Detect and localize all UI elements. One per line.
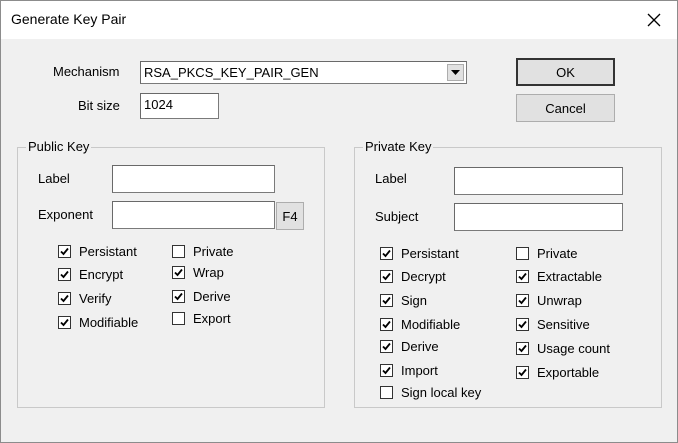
public-label-input[interactable] [112, 165, 275, 193]
ok-button-label: OK [556, 64, 575, 80]
checkmark-icon[interactable] [516, 294, 529, 307]
checkmark-icon[interactable] [516, 342, 529, 355]
checkbox-label: Persistant [401, 246, 459, 261]
checkmark-icon[interactable] [172, 266, 185, 279]
private-key-group-title: Private Key [363, 139, 434, 154]
checkbox-label: Extractable [537, 269, 603, 284]
checkbox-label: Private [193, 244, 234, 259]
title-bar: Generate Key Pair [1, 1, 677, 39]
checkmark-icon[interactable] [380, 340, 393, 353]
checkbox-label: Derive [401, 339, 439, 354]
checkmark-icon[interactable] [58, 316, 71, 329]
bitsize-label: Bit size [78, 98, 120, 113]
private-label-input[interactable] [454, 167, 623, 195]
checkbox-label: Import [401, 363, 438, 378]
private-persistant-checkbox[interactable]: Persistant [380, 246, 459, 261]
checkbox-label: Persistant [79, 244, 137, 259]
checkbox-label: Private [537, 246, 578, 261]
f4-button[interactable]: F4 [276, 202, 304, 230]
checkmark-icon[interactable] [58, 292, 71, 305]
dropdown-button[interactable] [447, 64, 464, 81]
checkmark-icon[interactable] [380, 294, 393, 307]
public-label-label: Label [38, 171, 70, 186]
public-modifiable-checkbox[interactable]: Modifiable [58, 315, 138, 330]
checkbox-label: Encrypt [79, 267, 124, 282]
public-persistant-checkbox[interactable]: Persistant [58, 244, 137, 259]
public-derive-checkbox[interactable]: Derive [172, 289, 231, 304]
empty-checkbox-icon[interactable] [380, 386, 393, 399]
checkbox-label: Modifiable [401, 317, 461, 332]
private-label-label: Label [375, 171, 407, 186]
checkmark-icon[interactable] [516, 366, 529, 379]
checkmark-icon[interactable] [516, 270, 529, 283]
close-button[interactable] [631, 1, 677, 39]
mechanism-label: Mechanism [53, 64, 120, 79]
private-derive-checkbox[interactable]: Derive [380, 339, 439, 354]
exponent-label: Exponent [38, 207, 93, 222]
checkbox-label: Verify [79, 291, 112, 306]
checkbox-label: Decrypt [401, 269, 446, 284]
checkmark-icon[interactable] [380, 318, 393, 331]
private-import-checkbox[interactable]: Import [380, 363, 438, 378]
checkbox-label: Usage count [537, 341, 610, 356]
checkbox-label: Unwrap [537, 293, 582, 308]
ok-button[interactable]: OK [516, 58, 615, 86]
cancel-button-label: Cancel [545, 100, 586, 116]
cancel-button[interactable]: Cancel [516, 94, 615, 122]
private-private-checkbox[interactable]: Private [516, 246, 577, 261]
private-modifiable-checkbox[interactable]: Modifiable [380, 317, 460, 332]
checkbox-label: Export [193, 311, 231, 326]
private-decrypt-checkbox[interactable]: Decrypt [380, 269, 446, 284]
checkbox-label: Sign [401, 293, 428, 308]
checkbox-label: Sensitive [537, 317, 590, 332]
checkmark-icon[interactable] [380, 270, 393, 283]
subject-input[interactable] [454, 203, 623, 231]
checkmark-icon[interactable] [58, 268, 71, 281]
checkmark-icon[interactable] [172, 290, 185, 303]
public-export-checkbox[interactable]: Export [172, 311, 231, 326]
close-icon [647, 13, 661, 27]
chevron-down-icon [451, 69, 460, 75]
public-key-group-title: Public Key [26, 139, 92, 154]
checkmark-icon[interactable] [516, 318, 529, 331]
generate-key-pair-dialog: Generate Key Pair Mechanism RSA_PKCS_KEY… [0, 0, 678, 443]
public-encrypt-checkbox[interactable]: Encrypt [58, 267, 123, 282]
private-exportable-checkbox[interactable]: Exportable [516, 365, 599, 380]
mechanism-select[interactable]: RSA_PKCS_KEY_PAIR_GEN [140, 61, 467, 84]
subject-label: Subject [375, 209, 419, 224]
public-verify-checkbox[interactable]: Verify [58, 291, 112, 306]
private-sensitive-checkbox[interactable]: Sensitive [516, 317, 590, 332]
private-usage-count-checkbox[interactable]: Usage count [516, 341, 610, 356]
private-sign-local-key-checkbox[interactable]: Sign local key [380, 385, 481, 400]
empty-checkbox-icon[interactable] [516, 247, 529, 260]
checkbox-label: Modifiable [79, 315, 139, 330]
checkbox-label: Exportable [537, 365, 600, 380]
f4-button-label: F4 [282, 208, 298, 224]
window-title: Generate Key Pair [11, 11, 127, 27]
checkmark-icon[interactable] [58, 245, 71, 258]
checkbox-label: Derive [193, 289, 231, 304]
empty-checkbox-icon[interactable] [172, 312, 185, 325]
private-sign-checkbox[interactable]: Sign [380, 293, 427, 308]
checkmark-icon[interactable] [380, 364, 393, 377]
private-unwrap-checkbox[interactable]: Unwrap [516, 293, 582, 308]
checkbox-label: Sign local key [401, 385, 482, 400]
public-wrap-checkbox[interactable]: Wrap [172, 265, 224, 280]
mechanism-value: RSA_PKCS_KEY_PAIR_GEN [144, 65, 319, 80]
public-private-checkbox[interactable]: Private [172, 244, 233, 259]
bitsize-field[interactable]: 1024 [140, 93, 219, 119]
private-extractable-checkbox[interactable]: Extractable [516, 269, 602, 284]
checkmark-icon[interactable] [380, 247, 393, 260]
empty-checkbox-icon[interactable] [172, 245, 185, 258]
exponent-input[interactable] [112, 201, 275, 229]
checkbox-label: Wrap [193, 265, 224, 280]
bitsize-value: 1024 [144, 97, 173, 112]
